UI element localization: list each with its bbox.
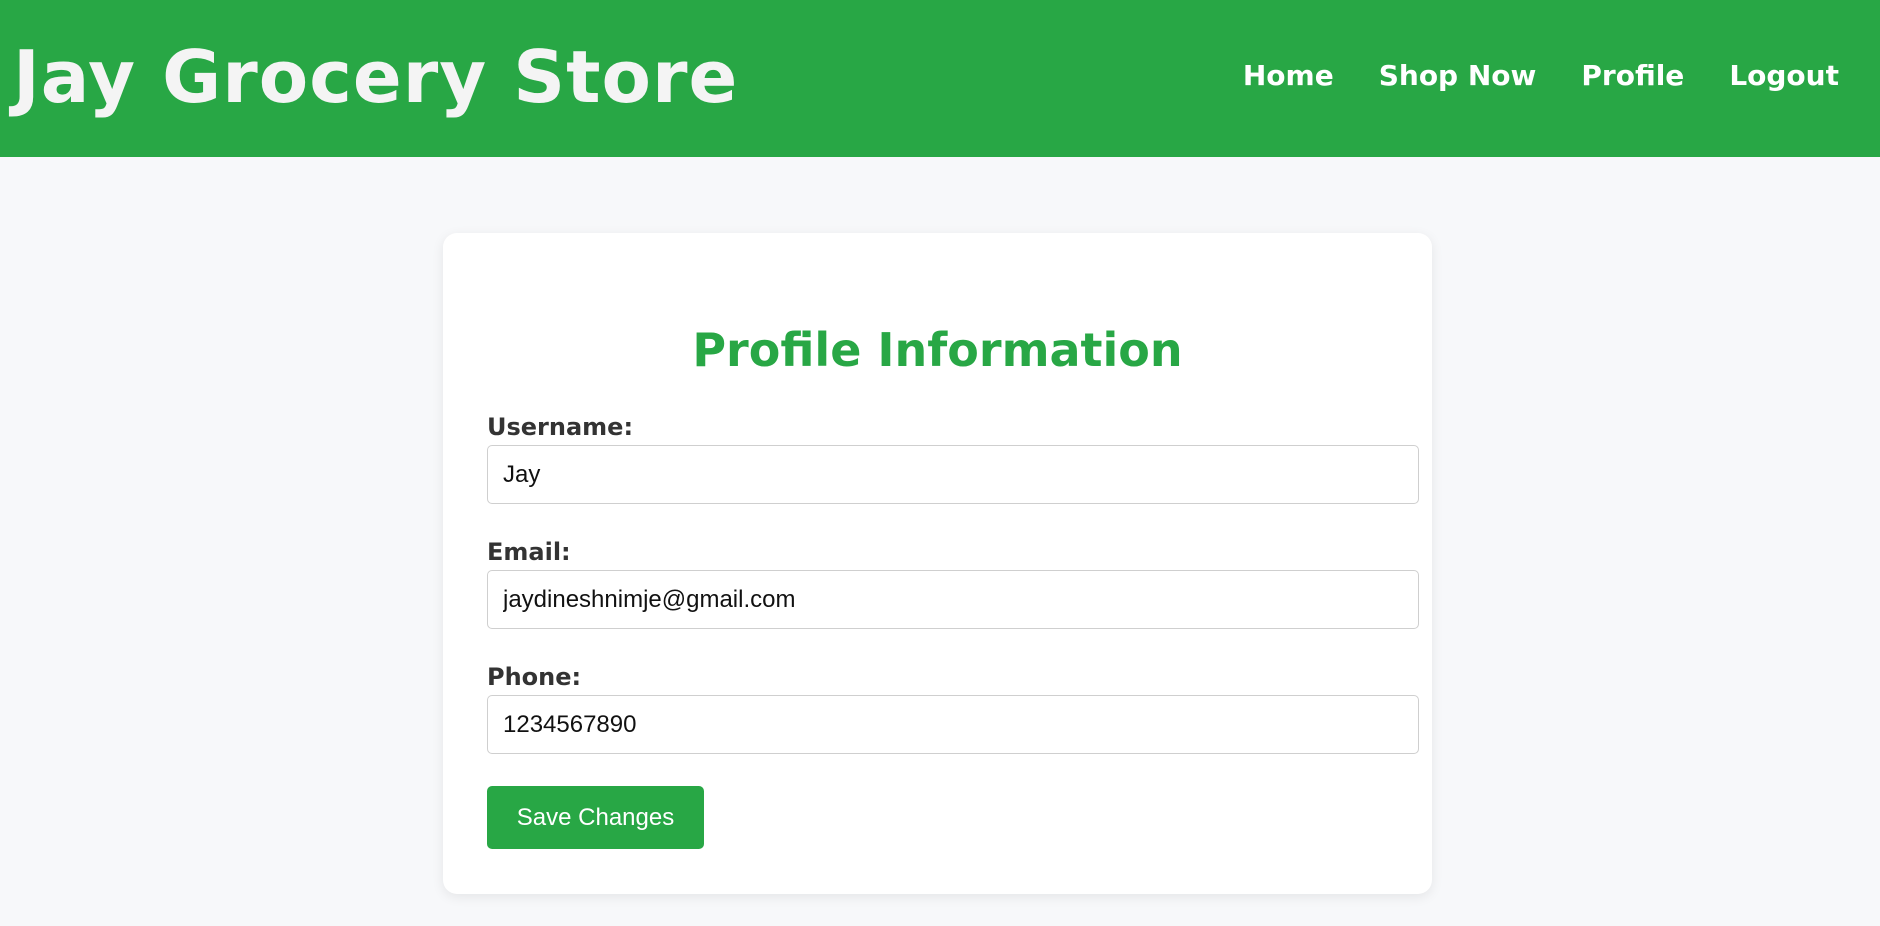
- main-nav: Home Shop Now Profile Logout: [1243, 59, 1839, 92]
- profile-card: Profile Information Username: Email: Pho…: [443, 233, 1432, 894]
- username-input[interactable]: [487, 445, 1419, 504]
- email-input[interactable]: [487, 570, 1419, 629]
- nav-link-home[interactable]: Home: [1243, 59, 1334, 92]
- top-navbar: Jay Grocery Store Home Shop Now Profile …: [0, 0, 1880, 157]
- phone-label: Phone:: [487, 663, 582, 691]
- username-label: Username:: [487, 413, 634, 441]
- nav-link-logout[interactable]: Logout: [1729, 59, 1839, 92]
- brand-logo-text[interactable]: Jay Grocery Store: [13, 35, 738, 119]
- nav-link-shop-now[interactable]: Shop Now: [1379, 59, 1537, 92]
- phone-input[interactable]: [487, 695, 1419, 754]
- email-label: Email:: [487, 538, 571, 566]
- save-changes-button[interactable]: Save Changes: [487, 786, 704, 849]
- page-title: Profile Information: [692, 323, 1183, 377]
- nav-link-profile[interactable]: Profile: [1581, 59, 1684, 92]
